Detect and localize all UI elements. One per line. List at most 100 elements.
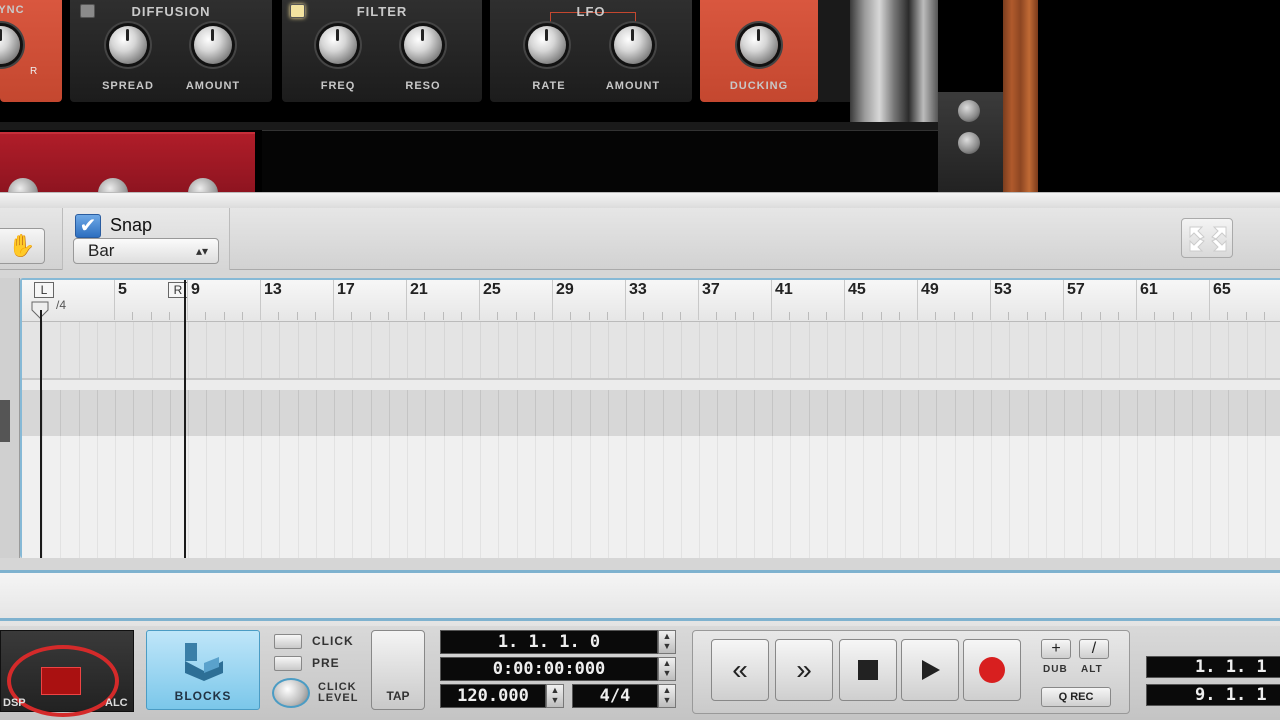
lane-gridline bbox=[389, 322, 390, 378]
lane-gridline bbox=[772, 390, 773, 436]
lane-gridline bbox=[188, 390, 189, 436]
lane-gridline bbox=[1155, 322, 1156, 378]
time-spinner[interactable]: ▲ ▼ bbox=[658, 657, 676, 681]
lane-gridline bbox=[553, 390, 554, 436]
reso-knob[interactable] bbox=[404, 26, 442, 64]
rate-knob[interactable] bbox=[528, 26, 566, 64]
lane-gridline bbox=[790, 436, 791, 558]
rack-divider bbox=[0, 122, 938, 130]
lane-gridline bbox=[462, 322, 463, 378]
play-button[interactable] bbox=[901, 639, 959, 701]
lane-gridline bbox=[1247, 390, 1248, 436]
pan-knob[interactable] bbox=[0, 26, 20, 64]
signature-spinner[interactable]: ▲ ▼ bbox=[658, 684, 676, 708]
track-lane-2[interactable] bbox=[22, 390, 1280, 436]
lane-gridline bbox=[462, 436, 463, 558]
lane-gridline bbox=[97, 390, 98, 436]
tempo-display[interactable]: 120.000 bbox=[440, 684, 546, 708]
lane-gridline bbox=[517, 436, 518, 558]
bar-gridline bbox=[406, 280, 407, 320]
lane-gridline bbox=[371, 436, 372, 558]
loop-left-position[interactable]: 1. 1. 1 bbox=[1146, 656, 1280, 678]
loop-left-marker[interactable]: L bbox=[34, 282, 54, 298]
freq-knob[interactable] bbox=[319, 26, 357, 64]
bar-gridline bbox=[552, 280, 553, 320]
lane-gridline bbox=[644, 436, 645, 558]
lane-gridline bbox=[444, 390, 445, 436]
bar-tick bbox=[1190, 312, 1192, 320]
lane-gridline bbox=[152, 322, 153, 378]
diffusion-amount-knob[interactable] bbox=[194, 26, 232, 64]
click-label: CLICK bbox=[312, 634, 354, 648]
alt-label: ALT bbox=[1081, 664, 1103, 675]
pre-label: PRE bbox=[312, 656, 340, 670]
lane-gridline bbox=[809, 322, 810, 378]
lane-gridline bbox=[863, 322, 864, 378]
lane-gridline bbox=[644, 322, 645, 378]
bar-tick bbox=[241, 312, 243, 320]
rack-sequencer-divider[interactable] bbox=[0, 192, 1280, 208]
fast-forward-button[interactable]: » bbox=[775, 639, 833, 701]
black-device-panel bbox=[262, 130, 938, 192]
sequencer-toolbar: ✋ ✔ Snap Bar ▴▾ bbox=[0, 208, 1280, 270]
lane-gridline bbox=[79, 322, 80, 378]
bar-tick bbox=[369, 312, 371, 320]
lane-gridline bbox=[663, 436, 664, 558]
bar-gridline bbox=[114, 280, 115, 320]
bar-tick bbox=[935, 312, 937, 320]
slash-icon: / bbox=[1091, 640, 1097, 657]
track-lane-1[interactable] bbox=[22, 322, 1280, 380]
rewind-button[interactable]: « bbox=[711, 639, 769, 701]
signature-display[interactable]: 4/4 bbox=[572, 684, 658, 708]
hand-tool-button[interactable]: ✋ bbox=[0, 228, 45, 264]
arrangement-view[interactable]: L R /4 5 9 13 17 21 25 29 33 37 41 45 49 53 57 61 65 bbox=[20, 278, 1280, 558]
pre-toggle[interactable] bbox=[274, 656, 302, 671]
loop-right-position[interactable]: 9. 1. 1 bbox=[1146, 684, 1280, 706]
lfo-amount-knob[interactable] bbox=[614, 26, 652, 64]
lane-gridline bbox=[1228, 390, 1229, 436]
bar-tick bbox=[1263, 312, 1265, 320]
pan-label: AN bbox=[0, 80, 32, 92]
snap-group: ✔ Snap Bar ▴▾ bbox=[62, 208, 230, 270]
lane-gridline bbox=[480, 436, 481, 558]
tap-tempo-button[interactable]: TAP bbox=[371, 630, 425, 710]
tempo-spinner[interactable]: ▲ ▼ bbox=[546, 684, 564, 708]
position-spinner[interactable]: ▲ ▼ bbox=[658, 630, 676, 654]
bar-gridline bbox=[479, 280, 480, 320]
bar-ruler[interactable]: L R /4 5 9 13 17 21 25 29 33 37 41 45 49 53 57 61 65 bbox=[22, 280, 1280, 322]
ducking-panel: DUCKING bbox=[700, 0, 818, 102]
stop-button[interactable] bbox=[839, 639, 897, 701]
fit-view-button[interactable] bbox=[1181, 218, 1233, 258]
time-display[interactable]: 0:00:00:000 bbox=[440, 657, 658, 681]
lane-gridline bbox=[279, 390, 280, 436]
record-button[interactable] bbox=[963, 639, 1021, 701]
fit-view-icon bbox=[1189, 226, 1227, 252]
lane-gridline bbox=[973, 322, 974, 378]
ducking-knob[interactable] bbox=[740, 26, 778, 64]
lane-gridline bbox=[1228, 436, 1229, 558]
snap-checkbox[interactable]: ✔ bbox=[75, 214, 101, 238]
position-display[interactable]: 1. 1. 1. 0 bbox=[440, 630, 658, 654]
bar-tick bbox=[752, 312, 754, 320]
track-lane-3[interactable] bbox=[22, 436, 1280, 558]
lane-gridline bbox=[316, 436, 317, 558]
lane-gridline bbox=[608, 390, 609, 436]
click-toggle[interactable] bbox=[274, 634, 302, 649]
lane-gridline bbox=[1064, 436, 1065, 558]
lane-gridline bbox=[188, 436, 189, 558]
snap-value-select[interactable]: Bar ▴▾ bbox=[73, 238, 219, 264]
horizontal-scrollbar-area[interactable] bbox=[0, 570, 1280, 626]
lane-gridline bbox=[1192, 436, 1193, 558]
quantize-record-button[interactable]: Q REC bbox=[1041, 687, 1111, 707]
lane-gridline bbox=[955, 390, 956, 436]
track-list-edge bbox=[0, 278, 20, 558]
blocks-button[interactable]: BLOCKS bbox=[146, 630, 260, 710]
click-level-knob[interactable] bbox=[272, 678, 310, 708]
bar-tick bbox=[1008, 312, 1010, 320]
lane-gridline bbox=[97, 436, 98, 558]
dub-button[interactable]: + bbox=[1041, 639, 1071, 659]
bar-tick bbox=[515, 312, 517, 320]
alt-button[interactable]: / bbox=[1079, 639, 1109, 659]
lane-gridline bbox=[772, 436, 773, 558]
spread-knob[interactable] bbox=[109, 26, 147, 64]
